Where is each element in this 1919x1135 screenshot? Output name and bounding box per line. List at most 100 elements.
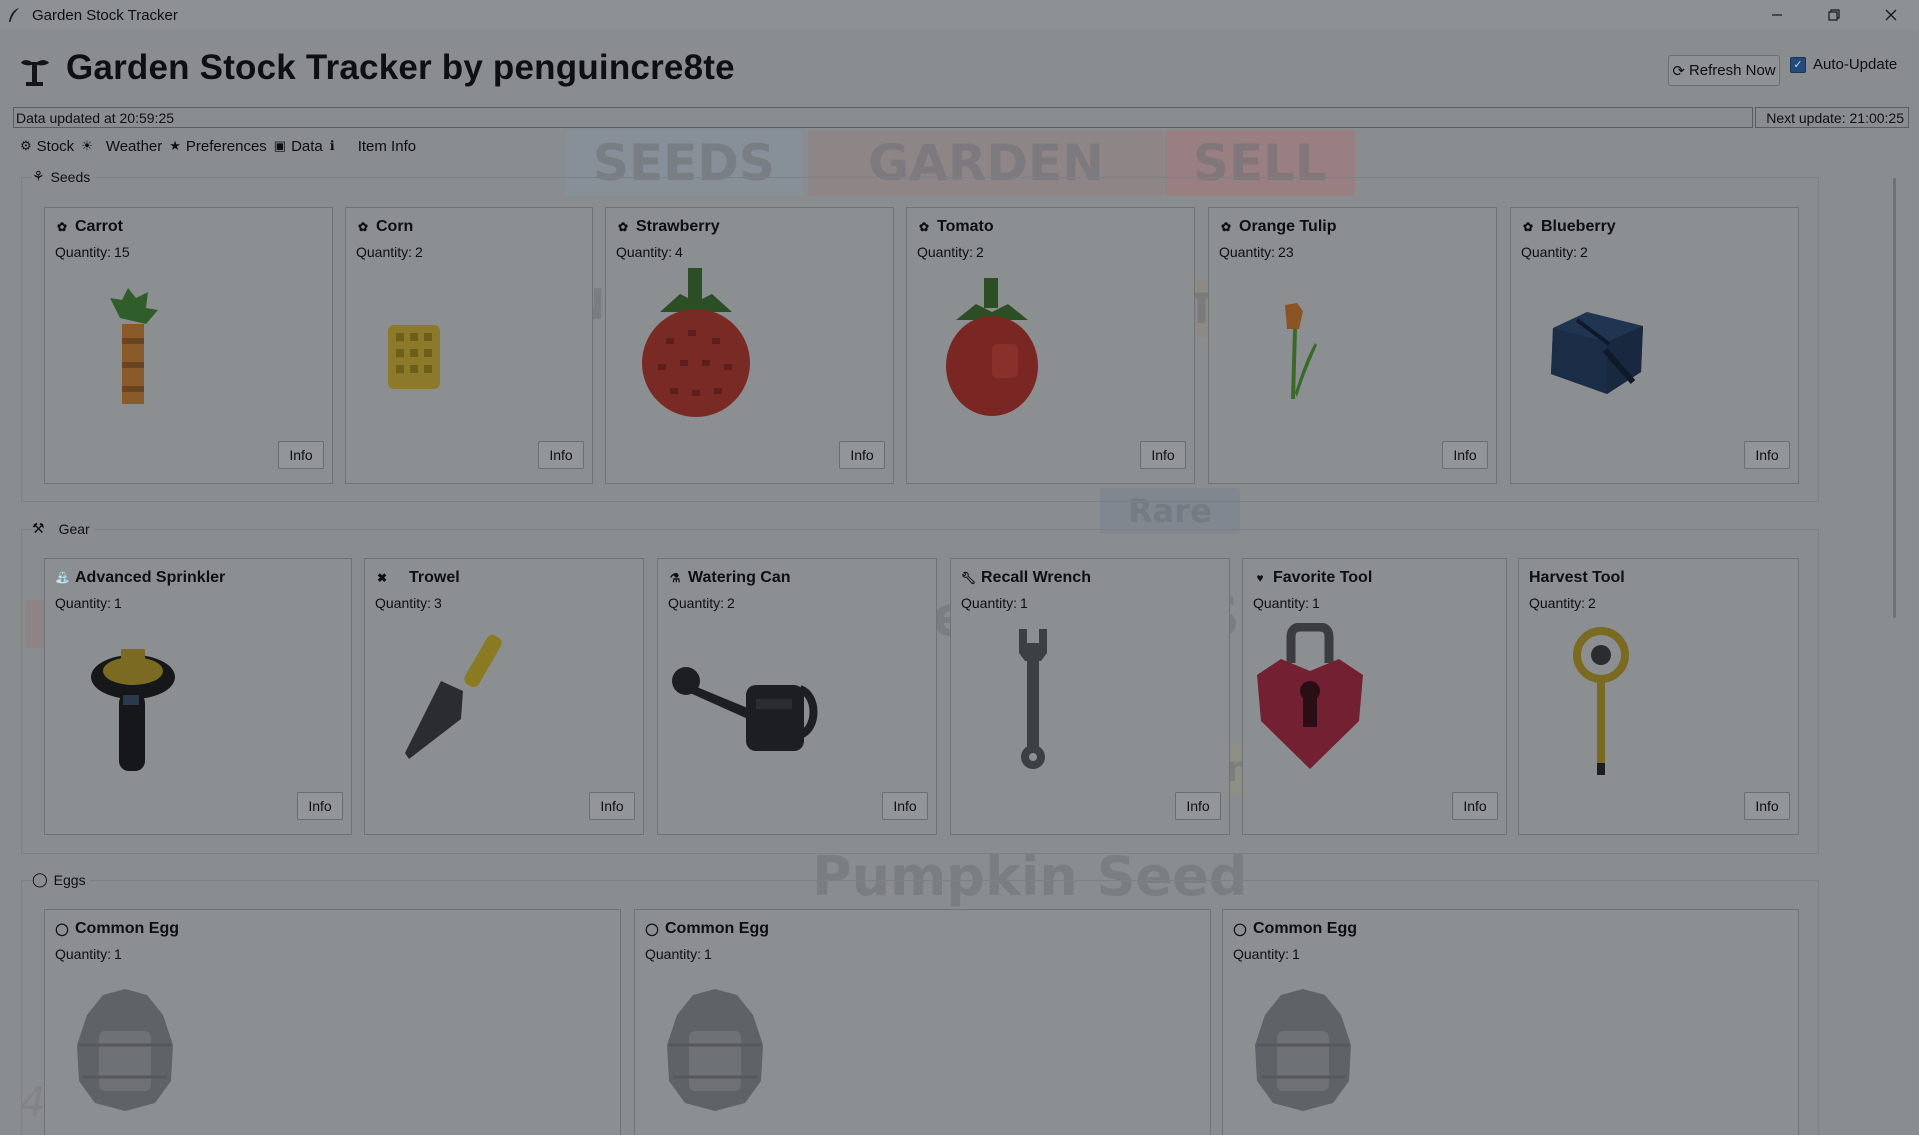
quantity-label: Quantity: <box>1521 244 1578 260</box>
quantity-label: Quantity: <box>375 595 432 611</box>
quantity-label: Quantity: <box>645 946 702 962</box>
gear-card-advanced-sprinkler: ⛲ Advanced Sprinkler Quantity: 1 Info <box>44 558 352 835</box>
egg-icon: ◯ <box>1233 922 1247 936</box>
seed-icon: ✿ <box>1522 220 1534 234</box>
tab-stock[interactable]: ⚙ Stock <box>20 135 81 157</box>
gear-card-watering-can: ⚗ Watering Can Quantity: 2 Info <box>657 558 937 835</box>
item-name: Common Egg <box>665 920 769 937</box>
close-button[interactable] <box>1862 0 1919 30</box>
info-button[interactable]: Info <box>538 441 584 469</box>
info-button[interactable]: Info <box>1452 792 1498 820</box>
blueberry-image <box>1551 312 1643 394</box>
info-button[interactable]: Info <box>839 441 885 469</box>
item-name: Orange Tulip <box>1239 218 1337 235</box>
info-button[interactable]: Info <box>297 792 343 820</box>
info-button[interactable]: Info <box>882 792 928 820</box>
feather-icon <box>6 7 22 23</box>
info-button[interactable]: Info <box>1140 441 1186 469</box>
status-next-update: Next update: 21:00:25 <box>1755 107 1909 128</box>
info-button[interactable]: Info <box>1442 441 1488 469</box>
item-name: Recall Wrench <box>981 569 1091 586</box>
quantity-value: 2 <box>976 244 984 260</box>
window-titlebar[interactable]: Garden Stock Tracker <box>0 0 1919 30</box>
gear-card-recall-wrench: 🔧︎ Recall Wrench Quantity: 1 Info <box>950 558 1230 835</box>
quantity-label: Quantity: <box>1253 595 1310 611</box>
quantity-value: 2 <box>1580 244 1588 260</box>
egg-card-1: ◯ Common Egg Quantity: 1 <box>44 909 621 1135</box>
egg-card-2: ◯ Common Egg Quantity: 1 <box>634 909 1211 1135</box>
refresh-now-button[interactable]: ⟳ Refresh Now <box>1668 55 1780 86</box>
gear-card-harvest-tool: Harvest Tool Quantity: 2 Info <box>1518 558 1799 835</box>
tomato-image <box>946 278 1038 416</box>
info-button[interactable]: Info <box>1744 441 1790 469</box>
corn-image <box>388 325 440 389</box>
tab-stock-label: Stock <box>36 137 75 155</box>
scrollbar[interactable] <box>1893 178 1896 618</box>
quantity-value: 1 <box>1020 595 1028 611</box>
star-icon: ★ <box>169 138 181 153</box>
info-icon: ℹ <box>329 138 335 153</box>
quantity-value: 4 <box>675 244 683 260</box>
quantity-label: Quantity: <box>55 946 112 962</box>
sprinkler-icon: ⛲ <box>55 571 70 585</box>
item-name: Watering Can <box>688 569 791 586</box>
item-name: Carrot <box>75 218 124 235</box>
egg-section-icon: ◯ <box>32 871 48 887</box>
tab-data-label: Data <box>291 137 323 155</box>
info-button[interactable]: Info <box>589 792 635 820</box>
seed-card-tomato: ✿ Tomato Quantity: 2 Info <box>906 207 1195 484</box>
save-icon: ▣ <box>273 138 287 153</box>
item-name: Blueberry <box>1541 218 1616 235</box>
quantity-value: 1 <box>1292 946 1300 962</box>
quantity-label: Quantity: <box>55 595 112 611</box>
status-updated: Data updated at 20:59:25 <box>13 107 1753 128</box>
auto-update-checkbox[interactable]: ✓ <box>1790 56 1806 73</box>
quantity-value: 3 <box>434 595 442 611</box>
egg-image <box>77 989 173 1111</box>
quantity-value: 2 <box>415 244 423 260</box>
minimize-button[interactable] <box>1748 0 1805 30</box>
auto-update-toggle[interactable]: ✓ Auto-Update <box>1790 56 1897 73</box>
seeds-label-text: Seeds <box>50 168 91 185</box>
seeds-section-label: ⚘ Seeds <box>32 168 95 185</box>
gear-icon: ⚙ <box>20 138 32 153</box>
restore-button[interactable] <box>1805 0 1862 30</box>
auto-update-label: Auto-Update <box>1813 56 1898 73</box>
info-button[interactable]: Info <box>278 441 324 469</box>
egg-image <box>1255 989 1351 1111</box>
quantity-value: 2 <box>1588 595 1596 611</box>
watering-can-icon: ⚗ <box>669 571 681 585</box>
refresh-icon: ⟳ <box>1672 62 1685 80</box>
gear-card-favorite-tool: ♥ Favorite Tool Quantity: 1 Info <box>1242 558 1507 835</box>
info-button[interactable]: Info <box>1175 792 1221 820</box>
tab-preferences[interactable]: ★ Preferences <box>169 135 274 157</box>
quantity-value: 1 <box>1312 595 1320 611</box>
window-title: Garden Stock Tracker <box>32 6 178 24</box>
seed-card-carrot: ✿ Carrot Quantity: 15 Info <box>44 207 333 484</box>
seed-card-blueberry: ✿ Blueberry Quantity: 2 Info <box>1510 207 1799 484</box>
tab-data[interactable]: ▣ Data <box>274 135 330 157</box>
egg-icon: ◯ <box>645 922 659 936</box>
seed-icon: ✿ <box>617 220 629 234</box>
egg-icon: ◯ <box>55 922 69 936</box>
seed-card-corn: ✿ Corn Quantity: 2 Info <box>345 207 593 484</box>
quantity-value: 15 <box>114 244 130 260</box>
strawberry-image <box>642 268 750 417</box>
sun-icon: ☀ <box>81 138 93 153</box>
tab-weather[interactable]: ☀ Weather <box>81 135 169 157</box>
item-name: Trowel <box>409 569 460 586</box>
quantity-label: Quantity: <box>616 244 673 260</box>
seed-card-orange-tulip: ✿ Orange Tulip Quantity: 23 Info <box>1208 207 1497 484</box>
tab-preferences-label: Preferences <box>185 137 267 155</box>
tab-item-info[interactable]: ℹ Item Info <box>330 135 423 157</box>
quantity-label: Quantity: <box>668 595 725 611</box>
seed-icon: ✿ <box>56 220 68 234</box>
item-name: Tomato <box>937 218 994 235</box>
quantity-label: Quantity: <box>356 244 413 260</box>
quantity-label: Quantity: <box>1529 595 1586 611</box>
quantity-value: 2 <box>727 595 735 611</box>
item-name: Common Egg <box>75 920 179 937</box>
trowel-image <box>405 634 502 759</box>
item-name: Corn <box>376 218 414 235</box>
info-button[interactable]: Info <box>1744 792 1790 820</box>
